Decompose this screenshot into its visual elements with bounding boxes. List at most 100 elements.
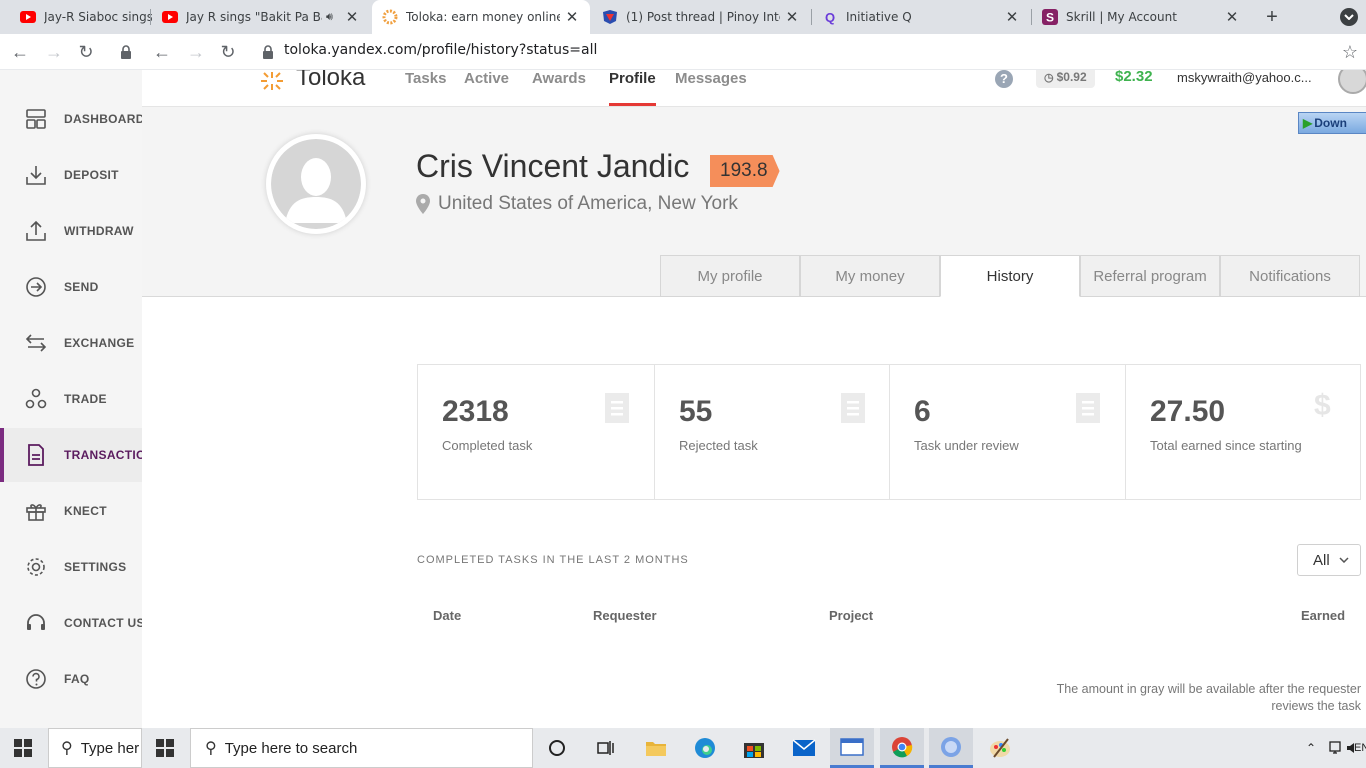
tab-referral-program[interactable]: Referral program: [1080, 255, 1220, 297]
tab-my-profile[interactable]: My profile: [660, 255, 800, 297]
sidebar-item-label: DASHBOARD: [64, 112, 142, 126]
footnote-line: The amount in gray will be available aft…: [1056, 682, 1361, 696]
nav-tasks[interactable]: Tasks: [405, 70, 446, 107]
nav-messages[interactable]: Messages: [675, 70, 747, 107]
close-icon[interactable]: ✕: [1004, 8, 1020, 26]
mail-icon[interactable]: [792, 728, 816, 768]
windows-start-icon[interactable]: [14, 728, 32, 768]
sidebar-item-label: KNECT: [64, 504, 107, 518]
app-window-icon[interactable]: [830, 728, 874, 768]
tab-notifications[interactable]: Notifications: [1220, 255, 1360, 297]
browser-tab-initiative-q[interactable]: Q Initiative Q ✕: [812, 0, 1030, 34]
document-icon: [605, 393, 629, 423]
exchange-icon: [25, 334, 47, 352]
column-header-requester[interactable]: Requester: [593, 608, 657, 623]
period-filter-select[interactable]: All: [1297, 544, 1361, 576]
sidebar-item-label: SETTINGS: [64, 560, 127, 574]
sidebar-item-settings[interactable]: SETTINGS: [0, 540, 142, 594]
sidebar-item-exchange[interactable]: EXCHANGE: [0, 316, 142, 370]
browser-tab-skrill[interactable]: S Skrill | My Account ✕: [1032, 0, 1250, 34]
windows-start-icon[interactable]: [156, 728, 174, 768]
download-button[interactable]: ▶ Down: [1298, 112, 1366, 134]
nav-awards[interactable]: Awards: [532, 70, 586, 107]
tab-history[interactable]: History: [940, 255, 1080, 297]
balance-value[interactable]: $2.32: [1115, 70, 1153, 85]
sidebar-item-transactions[interactable]: TRANSACTIO: [0, 428, 142, 482]
column-header-date[interactable]: Date: [433, 608, 461, 623]
edge-icon[interactable]: [694, 728, 716, 768]
search-placeholder: Type here to search: [224, 739, 358, 757]
user-silhouette-icon: [271, 139, 361, 229]
close-icon[interactable]: ✕: [344, 8, 360, 26]
nav-profile[interactable]: Profile: [609, 70, 656, 107]
gear-icon: [27, 558, 45, 576]
play-icon: ▶: [1303, 116, 1313, 130]
user-email[interactable]: mskywraith@yahoo.c...: [1177, 70, 1312, 85]
stat-rejected: 55 Rejected task: [654, 364, 890, 500]
send-icon: [26, 277, 46, 297]
back-icon[interactable]: ←: [8, 40, 32, 64]
column-header-project[interactable]: Project: [829, 608, 873, 623]
cortana-icon[interactable]: [548, 728, 566, 768]
app-globe-icon[interactable]: [929, 728, 973, 768]
speaker-icon[interactable]: 🔊︎: [326, 11, 340, 24]
browser-tab-toloka[interactable]: Toloka: earn money online w ✕: [372, 0, 590, 34]
pending-balance[interactable]: ◷ $0.92: [1036, 70, 1095, 88]
sidebar-item-faq[interactable]: FAQ: [0, 652, 142, 706]
sidebar-item-withdraw[interactable]: WITHDRAW: [0, 204, 142, 258]
nav-active[interactable]: Active: [464, 70, 509, 107]
skrill-sidebar: DASHBOARD DEPOSIT WITHDRAW SEND EXCHANGE…: [0, 70, 142, 728]
reload-icon[interactable]: ↻: [216, 40, 240, 64]
youtube-icon: [20, 9, 36, 25]
chrome-icon[interactable]: [880, 728, 924, 768]
new-tab-icon[interactable]: +: [1262, 6, 1282, 28]
taskbar-search-box[interactable]: ⚲ Type here to search: [190, 728, 533, 768]
browser-tab-strip: Jay-R Siaboc sings Jay R sings "Bakit Pa…: [0, 0, 1366, 34]
browser-tab-forum[interactable]: (1) Post thread | Pinoy Interne ✕: [592, 0, 810, 34]
close-icon[interactable]: ✕: [1224, 8, 1240, 26]
store-icon[interactable]: [743, 728, 765, 768]
rating-badge: 193.8: [710, 155, 780, 187]
stat-label: Rejected task: [679, 438, 758, 453]
camera-icon[interactable]: [1338, 70, 1366, 94]
stat-total-earned: 27.50 Total earned since starting $: [1125, 364, 1361, 500]
sidebar-item-deposit[interactable]: DEPOSIT: [0, 148, 142, 202]
location-text: United States of America, New York: [438, 193, 738, 214]
avatar[interactable]: [266, 134, 366, 234]
youtube-icon: [162, 9, 178, 25]
column-header-earned[interactable]: Earned: [1301, 608, 1345, 623]
close-icon[interactable]: ✕: [564, 8, 580, 26]
tab-my-money[interactable]: My money: [800, 255, 940, 297]
file-explorer-icon[interactable]: [645, 728, 667, 768]
network-icon[interactable]: [1328, 728, 1342, 768]
close-icon[interactable]: ✕: [784, 8, 800, 26]
back-icon[interactable]: ←: [150, 40, 174, 64]
sidebar-item-dashboard[interactable]: DASHBOARD: [0, 92, 142, 146]
address-bar[interactable]: toloka.yandex.com/profile/history?status…: [284, 42, 597, 58]
help-icon[interactable]: ?: [995, 70, 1013, 88]
bookmark-star-icon[interactable]: ☆: [1338, 40, 1362, 64]
task-view-icon[interactable]: [596, 728, 616, 768]
forward-icon[interactable]: →: [42, 40, 66, 64]
search-icon: ⚲: [205, 740, 217, 757]
sidebar-item-knect[interactable]: KNECT: [0, 484, 142, 538]
dollar-icon: $: [1314, 389, 1331, 422]
sidebar-item-send[interactable]: SEND: [0, 260, 142, 314]
sidebar-item-contact-us[interactable]: CONTACT US: [0, 596, 142, 650]
taskbar-search-box[interactable]: ⚲ Type her: [48, 728, 142, 768]
sidebar-item-label: CONTACT US: [64, 616, 142, 630]
forum-icon: [602, 9, 618, 25]
reload-icon[interactable]: ↻: [74, 40, 98, 64]
tab-search-icon[interactable]: [1340, 8, 1358, 26]
paint-icon[interactable]: [988, 728, 1012, 768]
transactions-icon: [28, 444, 44, 466]
browser-tab-youtube-2[interactable]: Jay R sings "Bakit Pa Ba" 🔊︎ ✕: [152, 0, 370, 34]
tray-chevron-up-icon[interactable]: ⌃: [1306, 728, 1316, 768]
toloka-brand[interactable]: Toloka: [296, 70, 365, 92]
chevron-down-icon: [1339, 557, 1349, 563]
forward-icon[interactable]: →: [184, 40, 208, 64]
sidebar-item-trade[interactable]: TRADE: [0, 372, 142, 426]
language-indicator[interactable]: EN: [1354, 728, 1366, 768]
footnote-line: reviews the task: [1271, 699, 1361, 713]
gift-icon: [26, 504, 46, 521]
